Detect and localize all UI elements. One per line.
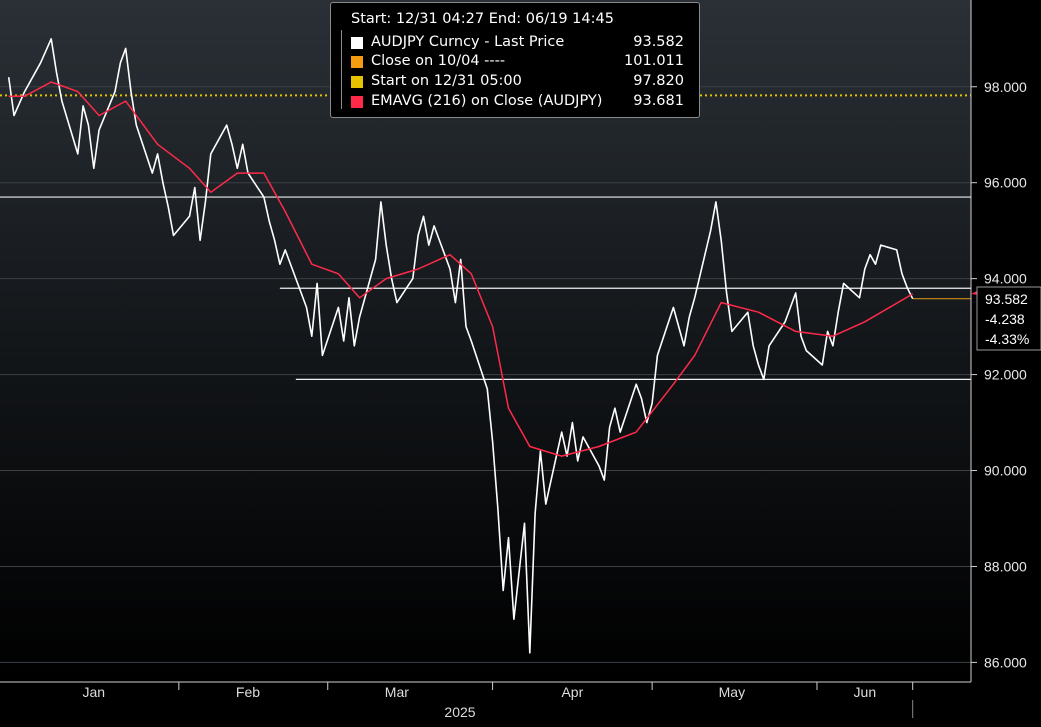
legend-start-label: Start: 12/31 04:27	[351, 11, 485, 27]
legend-item-close[interactable]: Close on 10/04 ---- 101.011	[341, 49, 696, 71]
legend-value: 97.820	[633, 73, 684, 89]
y-tick-label: 88.000	[984, 558, 1027, 574]
legend-label: Start on 12/31 05:00	[371, 73, 522, 89]
y-tick-label: 92.000	[984, 367, 1027, 383]
legend-value: 93.681	[633, 93, 684, 109]
legend-tree-connector	[341, 49, 348, 69]
legend-item-last-price[interactable]: AUDJPY Curncy - Last Price 93.582	[341, 30, 696, 52]
legend-box: Start: 12/31 04:27 End: 06/19 14:45 AUDJ…	[330, 2, 700, 118]
legend-label: EMAVG (216) on Close (AUDJPY)	[371, 93, 603, 109]
last-price-value: 93.582	[985, 291, 1028, 307]
year-label: 2025	[444, 704, 475, 720]
y-tick-label: 86.000	[984, 654, 1027, 670]
legend-value: 93.582	[633, 34, 684, 50]
legend-swatch-ema	[351, 96, 363, 108]
x-tick-label: Feb	[236, 684, 260, 700]
x-tick-label: Jan	[82, 684, 105, 700]
x-tick-label: May	[719, 684, 745, 700]
last-price-change-pct: -4.33%	[985, 331, 1029, 347]
legend-header: Start: 12/31 04:27 End: 06/19 14:45	[351, 11, 614, 27]
legend-tree-connector	[341, 30, 348, 50]
legend-swatch-close	[351, 56, 363, 68]
legend-end-label: End: 06/19 14:45	[488, 11, 614, 27]
legend-label: Close on 10/04 ----	[371, 53, 506, 69]
legend-label: AUDJPY Curncy - Last Price	[371, 34, 565, 50]
x-tick-label: Apr	[561, 684, 583, 700]
legend-tree-connector	[341, 89, 348, 109]
price-chart: 86.000 88.000 90.000 92.000 94.000 96.000 98.0…	[0, 0, 1041, 722]
y-tick-label: 94.000	[984, 271, 1027, 287]
last-price-change: -4.238	[985, 311, 1025, 327]
legend-item-ema[interactable]: EMAVG (216) on Close (AUDJPY) 93.681	[341, 89, 696, 111]
legend-swatch-last-price	[351, 37, 363, 49]
y-tick-label: 90.000	[984, 463, 1027, 479]
last-price-tag: 93.582 -4.238 -4.33%	[976, 286, 1041, 351]
legend-value: 101.011	[624, 53, 684, 69]
legend-swatch-start	[351, 76, 363, 88]
legend-item-start[interactable]: Start on 12/31 05:00 97.820	[341, 69, 696, 91]
x-tick-label: Mar	[385, 684, 409, 700]
y-tick-label: 96.000	[984, 175, 1027, 191]
x-tick-label: Jun	[854, 684, 877, 700]
legend-tree-connector	[341, 69, 348, 89]
y-tick-label: 98.000	[984, 79, 1027, 95]
